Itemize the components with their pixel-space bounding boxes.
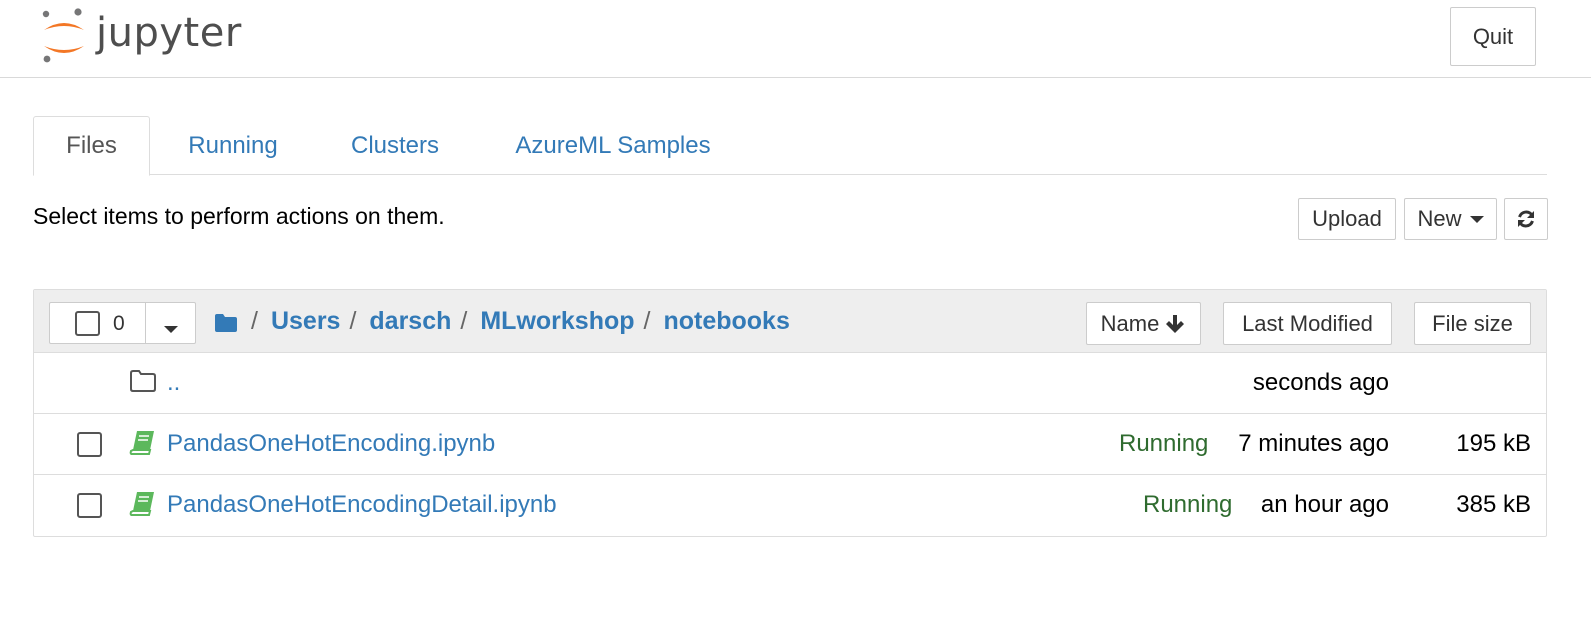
running-status: Running [1143, 491, 1233, 518]
notebook-icon [129, 491, 157, 517]
file-list-header: 0 / Users / darsch / MLworkshop / notebo… [34, 290, 1546, 353]
tab-files[interactable]: Files [33, 116, 150, 176]
sort-by-last-modified-button[interactable]: Last Modified [1223, 302, 1392, 345]
new-dropdown-button[interactable]: New [1404, 198, 1497, 240]
item-checkbox[interactable] [77, 432, 102, 457]
item-checkbox[interactable] [77, 493, 102, 518]
upload-button[interactable]: Upload [1298, 198, 1396, 240]
quit-button[interactable]: Quit [1450, 7, 1536, 66]
chevron-down-icon [1469, 215, 1484, 223]
list-item[interactable]: .. seconds ago [34, 353, 1546, 414]
selected-count: 0 [113, 312, 125, 335]
breadcrumb-separator: / [460, 306, 468, 335]
tab-clusters[interactable]: Clusters [333, 116, 457, 175]
item-size: 195 kB [1456, 430, 1531, 457]
tab-azureml-samples[interactable]: AzureML Samples [499, 116, 727, 175]
breadcrumb-separator: / [643, 306, 651, 335]
breadcrumb-users[interactable]: Users [271, 307, 341, 336]
refresh-icon [1518, 210, 1534, 228]
item-modified: an hour ago [1260, 491, 1389, 518]
breadcrumb-separator: / [349, 306, 357, 335]
tab-bar: Files Running Clusters AzureML Samples [33, 116, 1547, 176]
list-item[interactable]: PandasOneHotEncoding.ipynb Running 7 min… [34, 414, 1546, 475]
tab-running[interactable]: Running [168, 116, 298, 175]
breadcrumb-separator: / [251, 306, 258, 335]
jupyter-logo[interactable]: jupyter [40, 8, 242, 66]
select-menu-button[interactable] [164, 320, 178, 338]
item-modified: 7 minutes ago [1238, 430, 1389, 457]
new-button-label: New [1417, 206, 1462, 231]
breadcrumb-darsch[interactable]: darsch [369, 307, 451, 336]
item-name-link[interactable]: .. [167, 369, 180, 397]
folder-icon[interactable] [214, 311, 238, 332]
sort-by-name-button[interactable]: Name [1086, 302, 1201, 345]
refresh-button[interactable] [1504, 198, 1548, 240]
selection-hint: Select items to perform actions on them. [33, 203, 445, 229]
arrow-down-icon [1166, 314, 1185, 333]
list-item[interactable]: PandasOneHotEncodingDetail.ipynb Running… [34, 475, 1546, 536]
sort-by-file-size-button[interactable]: File size [1414, 302, 1531, 345]
sort-name-label: Name [1100, 310, 1160, 336]
file-list: 0 / Users / darsch / MLworkshop / notebo… [33, 289, 1547, 537]
select-all-group: 0 [49, 302, 196, 344]
select-all-checkbox[interactable] [75, 311, 100, 336]
notebook-icon [129, 430, 157, 456]
select-all-toggle[interactable]: 0 [50, 303, 146, 343]
chevron-down-icon [164, 326, 178, 333]
item-name-link[interactable]: PandasOneHotEncodingDetail.ipynb [167, 491, 557, 519]
logo-text: jupyter [96, 10, 242, 56]
breadcrumb-notebooks[interactable]: notebooks [663, 307, 789, 336]
folder-open-icon [129, 369, 157, 395]
running-status: Running [1119, 430, 1209, 457]
item-name-link[interactable]: PandasOneHotEncoding.ipynb [167, 430, 495, 458]
item-size: 385 kB [1456, 491, 1531, 518]
breadcrumb: / Users / darsch / MLworkshop / notebook… [214, 306, 790, 336]
breadcrumb-mlworkshop[interactable]: MLworkshop [480, 307, 634, 336]
jupyter-logo-icon [40, 8, 92, 66]
header: jupyter Quit [0, 0, 1591, 78]
item-modified: seconds ago [1252, 369, 1389, 396]
